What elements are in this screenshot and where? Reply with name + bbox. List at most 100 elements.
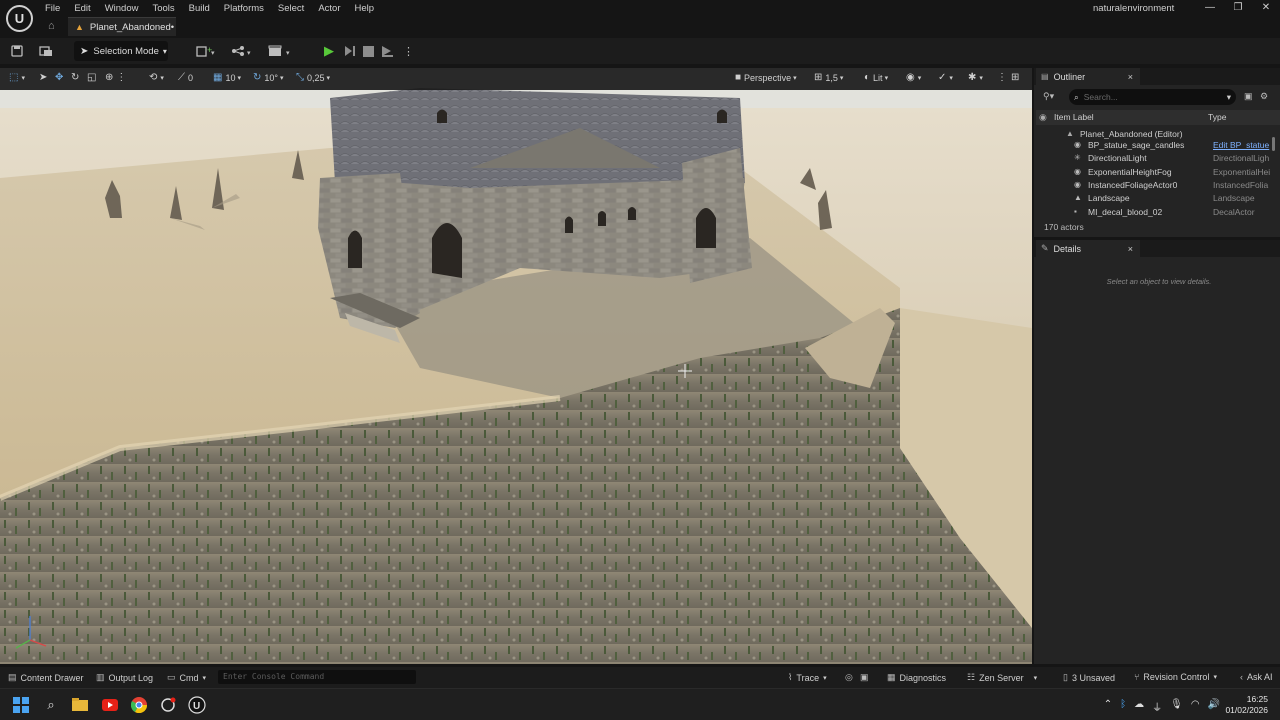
file-explorer-icon[interactable] [71,696,89,714]
move-tool-icon[interactable]: ✥ [55,72,66,83]
save-icon[interactable] [11,43,23,59]
menu-edit[interactable]: Edit [67,1,97,16]
menu-bar: File Edit Window Tools Build Platforms S… [38,0,381,16]
zen-server-button[interactable]: ☷ Zen Server ▾ [967,672,1037,683]
unreal-engine-taskbar-icon[interactable]: U [188,696,206,714]
record-icon[interactable]: ◎ [845,672,857,683]
menu-actor[interactable]: Actor [311,1,347,16]
menu-build[interactable]: Build [182,1,217,16]
add-actor-icon[interactable]: + ▾ [196,43,216,59]
output-log-button[interactable]: ▥ Output Log [96,672,153,683]
menu-help[interactable]: Help [348,1,382,16]
outliner-scrollbar[interactable] [1272,137,1275,151]
visibility-eye-icon[interactable]: ◉ [1039,112,1047,123]
world-space-icon[interactable]: ⊕ ⋮ [105,72,129,83]
chevron-left-icon: ‹ [1240,672,1243,682]
unreal-logo-icon[interactable]: U [6,5,33,32]
viewport-settings-icon[interactable]: ✱ ▾ [968,72,983,83]
revision-control-button[interactable]: ⑂ Revision Control ▾ [1134,672,1217,682]
outliner-row[interactable]: ▲ Landscape Landscape [1036,192,1274,205]
play-icon[interactable]: ▶ [324,43,334,59]
tab-details[interactable]: ✎ Details × [1036,240,1140,257]
menu-file[interactable]: File [38,1,67,16]
close-icon[interactable]: × [1128,72,1133,82]
windows-start-icon[interactable] [12,696,30,714]
menu-window[interactable]: Window [98,1,146,16]
tab-outliner[interactable]: ▤ Outliner × [1036,68,1140,85]
trace-icon: ⌇ [788,672,793,682]
search-placeholder: Search... [1083,92,1118,102]
network-tray-icon[interactable]: ☁ [1134,699,1144,714]
content-drawer-button[interactable]: ▤ Content Drawer [8,672,84,683]
surface-snap-icon[interactable]: ⟲ ▾ [149,72,164,83]
ask-ai-button[interactable]: ‹ Ask AI [1240,672,1273,682]
add-folder-icon[interactable]: ▣ [1244,91,1253,102]
edit-blueprint-link[interactable]: Edit BP_statue [1213,140,1273,150]
outliner-row[interactable]: ▪ MI_decal_blood_02 DecalActor [1036,206,1274,219]
menu-platforms[interactable]: Platforms [217,1,271,16]
menu-tools[interactable]: Tools [145,1,181,16]
status-bar: ▤ Content Drawer ▥ Output Log ▭ Cmd ▾ Enter … [0,667,1280,688]
close-icon[interactable]: × [1128,244,1133,254]
outliner-search-input[interactable]: ⌕ Search... ▾ [1069,89,1236,105]
revision-icon: ⑂ [1134,672,1140,682]
filter-icon[interactable]: ⚲▾ [1043,91,1054,102]
outliner-settings-icon[interactable]: ⚙ [1260,91,1268,102]
diagnostics-button[interactable]: ▦ Diagnostics [887,672,946,683]
wifi-icon[interactable]: ◠ [1191,699,1200,714]
perspective-dropdown[interactable]: ■ Perspective ▾ [735,72,797,83]
play-options-icon[interactable]: ⋮ [403,43,414,59]
rotate-snap[interactable]: ↻ 10° ▾ [253,72,284,83]
unsaved-button[interactable]: ▯ 3 Unsaved [1063,672,1115,683]
chrome-icon[interactable] [130,696,148,714]
blueprints-icon[interactable]: ▾ [231,43,255,59]
level-viewport[interactable] [0,68,1032,664]
search-icon[interactable]: ⌕ [42,696,60,714]
column-type[interactable]: Type [1208,112,1226,122]
usb-icon[interactable]: ⏚ [1152,699,1162,714]
camera-speed-dropdown[interactable]: ⊞ 1,5 ▾ [814,72,843,83]
scale-tool-icon[interactable]: ◱ [87,72,99,83]
grid-snap[interactable]: ▦ 10 ▾ [213,72,241,83]
maximize-button[interactable]: ❐ [1224,0,1252,16]
chevron-up-icon[interactable]: ⌃ [1104,699,1112,714]
bluetooth-icon[interactable]: ᛒ [1120,699,1126,714]
outliner-row[interactable]: ◉ ExponentialHeightFog ExponentialHei [1036,166,1274,179]
level-icon: ▲ [75,22,84,32]
column-item-label[interactable]: Item Label [1054,112,1094,122]
lighting-dropdown[interactable]: ◐ Lit ▾ [864,72,888,83]
menu-select[interactable]: Select [271,1,311,16]
eject-icon[interactable] [381,43,395,59]
home-icon[interactable]: ⌂ [48,20,60,32]
youtube-icon[interactable] [101,696,119,714]
transform-tools-icon[interactable]: ⬚ ▾ [9,72,25,83]
close-window-button[interactable]: ✕ [1252,0,1280,16]
layout-icon[interactable]: ⊞ [1011,72,1022,83]
translate-snap[interactable]: ⟋ 0 [178,72,193,83]
taskbar-clock[interactable]: 16:25 01/02/2026 [1225,694,1268,716]
cmd-dropdown[interactable]: ▭ Cmd ▾ [167,672,206,683]
outliner-row[interactable]: ◉ BP_statue_sage_candles Edit BP_statue [1036,139,1274,152]
microphone-icon[interactable]: 🎙 [1170,699,1183,714]
outliner-row[interactable]: ✳ DirectionalLight DirectionalLigh [1036,152,1274,165]
viewport-toolbar: ⬚ ▾ ➤ ✥ ↻ ◱ ⊕ ⋮ ⟲ ▾ ⟋ 0 ▦ 10 ▾ ↻ 10° ▾ ⤡ 0,25 ▾ ■ P… [0,68,1032,90]
advance-frame-icon[interactable] [344,43,356,59]
realtime-icon[interactable]: ✓ ▾ [938,72,953,83]
selection-mode-dropdown[interactable]: ➤ Selection Mode ▾ [74,41,168,61]
speaker-icon[interactable]: 🔊 [1208,699,1220,714]
app-icon[interactable] [159,696,177,714]
cinematics-icon[interactable]: ▾ [268,43,294,59]
level-tab[interactable]: ▲ Planet_Abandoned• [68,17,176,36]
scale-snap[interactable]: ⤡ 0,25 ▾ [296,72,330,83]
select-tool-icon[interactable]: ➤ [39,72,50,83]
content-browser-icon[interactable] [39,43,53,59]
rotate-tool-icon[interactable]: ↻ [71,72,82,83]
viewport-options-icon[interactable]: ⋮ [997,72,1010,83]
stop-icon[interactable] [363,43,374,59]
minimize-button[interactable]: — [1196,0,1224,16]
trace-dropdown[interactable]: ⌇ Trace ▾ [788,672,827,683]
screenshot-icon[interactable]: ▣ [860,672,873,683]
outliner-row[interactable]: ◉ InstancedFoliageActor0 InstancedFolia [1036,179,1274,192]
console-command-input[interactable]: Enter Console Command [218,670,416,684]
show-flags-icon[interactable]: ◉ ▾ [906,72,921,83]
